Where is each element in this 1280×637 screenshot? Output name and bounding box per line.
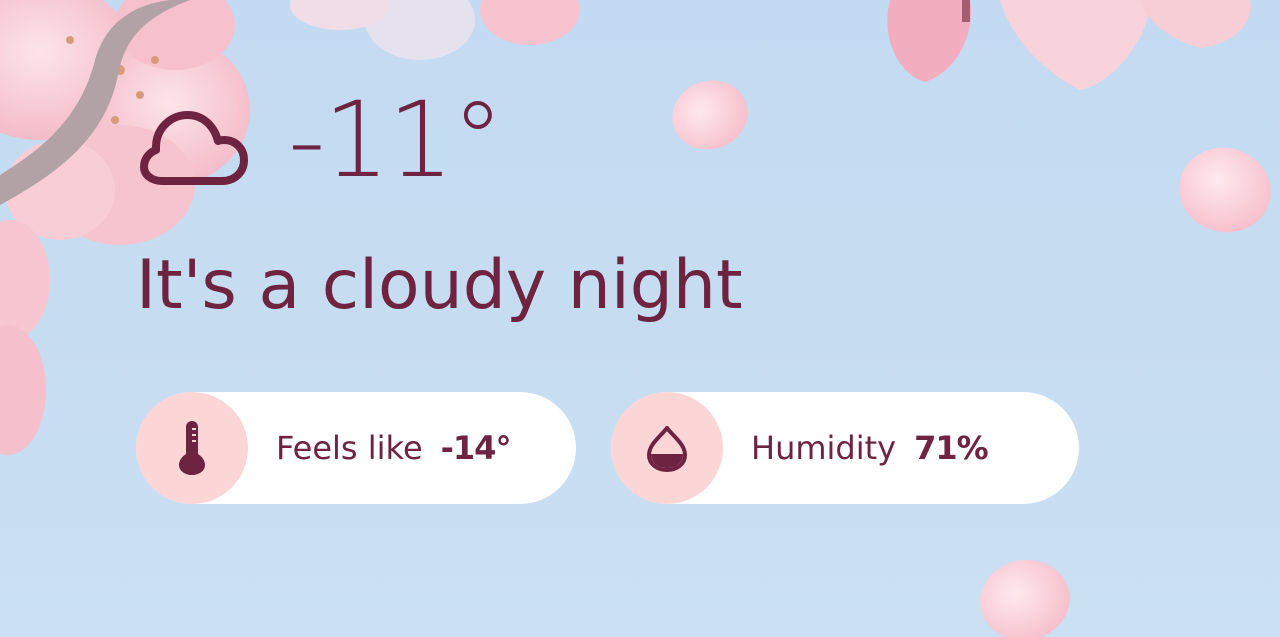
- blossom-top-left: [0, 0, 250, 455]
- cloud-icon: [140, 111, 248, 185]
- humidity-value: 71%: [914, 429, 989, 467]
- thermometer-icon: [179, 421, 205, 475]
- blossom-top-center: [290, 0, 580, 60]
- feels-like-value: -14°: [440, 429, 512, 467]
- floating-petal: [1179, 147, 1271, 233]
- temperature: -11°: [288, 79, 504, 201]
- blossom-top-right: [887, 0, 1251, 90]
- feels-like-card: Feels like -14°: [136, 392, 576, 504]
- feels-like-label: Feels like: [276, 429, 423, 467]
- droplet-icon: [647, 426, 687, 472]
- feels-like-icon-circle: [136, 392, 248, 504]
- floating-petal: [980, 559, 1070, 637]
- humidity-label: Humidity: [751, 429, 897, 467]
- humidity-card: Humidity 71%: [611, 392, 1079, 504]
- floating-petal: [672, 80, 748, 150]
- weather-condition: It's a cloudy night: [136, 246, 743, 325]
- humidity-icon-circle: [611, 392, 723, 504]
